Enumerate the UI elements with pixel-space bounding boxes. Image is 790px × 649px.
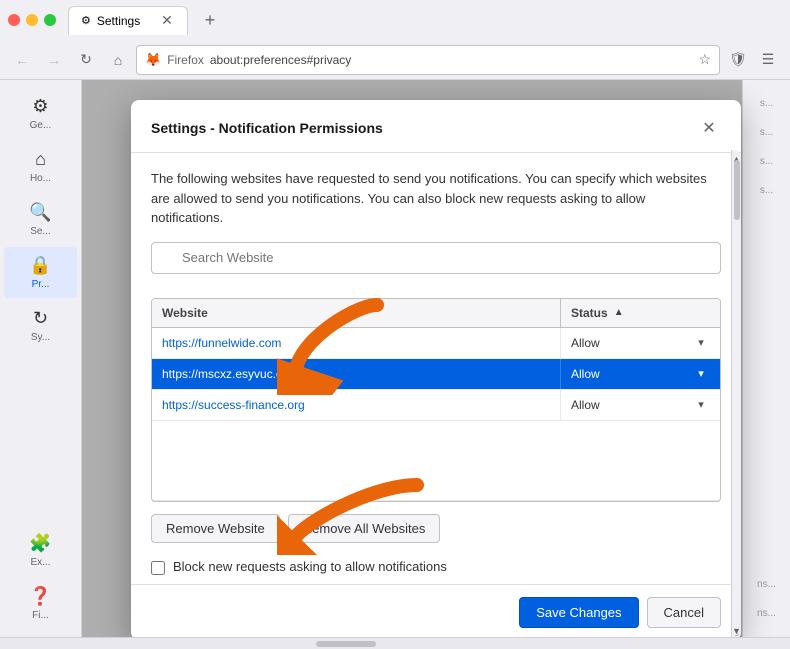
sidebar-home-label: Ho... (30, 173, 51, 184)
col-header-website: Website (152, 299, 560, 327)
table-row[interactable]: https://funnelwide.com Allow ▾ (152, 328, 720, 359)
dialog-header: Settings - Notification Permissions ✕ (131, 100, 741, 153)
dialog-title: Settings - Notification Permissions (151, 120, 383, 136)
extensions-icon: 🧩 (29, 533, 51, 554)
status-dropdown-1[interactable]: ▾ (692, 334, 710, 352)
dialog-scrollbar: ▲ ▼ (731, 150, 741, 637)
sidebar-ext-label: Ex... (30, 557, 50, 568)
remove-website-button[interactable]: Remove Website (151, 514, 280, 543)
row-url-3: https://success-finance.org (152, 390, 560, 420)
row-status-3: Allow ▾ (560, 390, 720, 420)
cancel-button[interactable]: Cancel (647, 597, 721, 628)
sidebar-item-sync[interactable]: ↻ Sy... (4, 300, 77, 351)
save-changes-button[interactable]: Save Changes (519, 597, 638, 628)
address-bar[interactable]: 🦊 Firefox about:preferences#privacy ☆ (136, 45, 720, 75)
table-empty-space (152, 421, 720, 501)
sidebar-general-label: Ge... (30, 120, 52, 131)
home-button[interactable]: ⌂ (104, 46, 132, 74)
dialog-description: The following websites have requested to… (151, 169, 721, 228)
status-col-label: Status (571, 306, 608, 320)
firefox-logo-icon: 🦊 (145, 52, 161, 68)
remove-all-websites-button[interactable]: Remove All Websites (288, 514, 441, 543)
sidebar-item-general[interactable]: ⚙ Ge... (4, 88, 77, 139)
col-header-status[interactable]: Status ▲ (560, 299, 720, 327)
nav-right-icons: 🛡 ☰ (724, 46, 782, 74)
sync-icon: ↻ (33, 308, 48, 329)
back-button[interactable]: ← (8, 46, 36, 74)
browser-label: Firefox (167, 53, 204, 67)
table-actions: Remove Website Remove All Websites (151, 514, 721, 543)
search-website-input[interactable] (151, 242, 721, 274)
sidebar-sync-label: Sy... (31, 332, 50, 343)
sort-arrow-icon: ▲ (614, 307, 624, 318)
title-bar: ⚙ Settings ✕ + (0, 0, 790, 40)
scrollbar-thumb[interactable] (734, 160, 740, 220)
row-url-2: https://mscxz.esyvuc.com (152, 359, 560, 389)
right-sidebar-item-3: s... (743, 148, 790, 175)
status-label-3: Allow (571, 398, 600, 412)
dialog-close-button[interactable]: ✕ (697, 116, 721, 140)
dialog-footer: Save Changes Cancel (131, 584, 741, 637)
bottom-scrollbar (0, 637, 790, 649)
privacy-icon: 🔒 (29, 255, 51, 276)
search-sidebar-icon: 🔍 (29, 202, 51, 223)
table-row-3[interactable]: https://success-finance.org Allow ▾ (152, 390, 720, 421)
scrollbar-track: ▲ ▼ (732, 150, 741, 637)
right-sidebar-item-2: s... (743, 119, 790, 146)
checkbox-row: Block new requests asking to allow notif… (151, 559, 721, 575)
tab-label: Settings (97, 14, 140, 28)
checkbox-label: Block new requests asking to allow notif… (173, 559, 447, 574)
window-close[interactable] (8, 14, 20, 26)
tab-close-button[interactable]: ✕ (159, 13, 175, 29)
resize-handle[interactable]: ⌟ (734, 627, 739, 637)
sidebar-item-home[interactable]: ⌂ Ho... (4, 141, 77, 192)
browser-tab-settings[interactable]: ⚙ Settings ✕ (68, 6, 188, 35)
table-header: Website Status ▲ (152, 299, 720, 328)
nav-bar: ← → ↻ ⌂ 🦊 Firefox about:preferences#priv… (0, 40, 790, 80)
status-label-2: Allow (571, 367, 600, 381)
page-background: s... s... s... s... ns... ns... Settings… (82, 80, 790, 637)
dialog-body: The following websites have requested to… (131, 153, 741, 584)
sidebar-find-label: Fi... (32, 610, 49, 621)
find-icon: ❓ (29, 586, 51, 607)
block-requests-checkbox[interactable] (151, 561, 165, 575)
horizontal-scrollbar-thumb[interactable] (316, 641, 376, 647)
window-maximize[interactable] (44, 14, 56, 26)
content-area: ⚙ Ge... ⌂ Ho... 🔍 Se... 🔒 Pr... ↻ Sy... (0, 80, 790, 637)
search-wrapper: 🔍 (151, 242, 721, 286)
forward-button[interactable]: → (40, 46, 68, 74)
right-sidebar-item-5: ns... (743, 571, 790, 598)
right-sidebar-item-6: ns... (743, 600, 790, 627)
status-dropdown-3[interactable]: ▾ (692, 396, 710, 414)
reload-button[interactable]: ↻ (72, 46, 100, 74)
row-status-1: Allow ▾ (560, 328, 720, 358)
bookmark-star-icon[interactable]: ☆ (698, 51, 711, 68)
table-row-selected[interactable]: https://mscxz.esyvuc.com Allow ▾ (152, 359, 720, 390)
status-dropdown-2[interactable]: ▾ (692, 365, 710, 383)
row-status-2: Allow ▾ (560, 359, 720, 389)
sidebar-privacy-label: Pr... (32, 279, 50, 290)
status-label-1: Allow (571, 336, 600, 350)
notification-permissions-dialog: Settings - Notification Permissions ✕ Th… (131, 100, 741, 637)
settings-tab-icon: ⚙ (81, 14, 91, 27)
address-url: about:preferences#privacy (210, 53, 351, 67)
general-icon: ⚙ (32, 96, 48, 117)
browser-window: ⚙ Settings ✕ + ← → ↻ ⌂ 🦊 Firefox about:p… (0, 0, 790, 649)
right-sidebar-item-4: s... (743, 177, 790, 204)
shield-icon[interactable]: 🛡 (724, 46, 752, 74)
row-url-1: https://funnelwide.com (152, 328, 560, 358)
permissions-table: Website Status ▲ https://funnelwide.com … (151, 298, 721, 502)
window-minimize[interactable] (26, 14, 38, 26)
sidebar-item-search[interactable]: 🔍 Se... (4, 194, 77, 245)
menu-button[interactable]: ☰ (754, 46, 782, 74)
sidebar-item-find[interactable]: ❓ Fi... (4, 578, 77, 629)
new-tab-button[interactable]: + (196, 6, 224, 34)
sidebar-search-label: Se... (30, 226, 51, 237)
sidebar-item-extensions[interactable]: 🧩 Ex... (4, 525, 77, 576)
right-sidebar-item-1: s... (743, 90, 790, 117)
home-icon: ⌂ (35, 149, 46, 170)
sidebar-item-privacy[interactable]: 🔒 Pr... (4, 247, 77, 298)
sidebar: ⚙ Ge... ⌂ Ho... 🔍 Se... 🔒 Pr... ↻ Sy... (0, 80, 82, 637)
